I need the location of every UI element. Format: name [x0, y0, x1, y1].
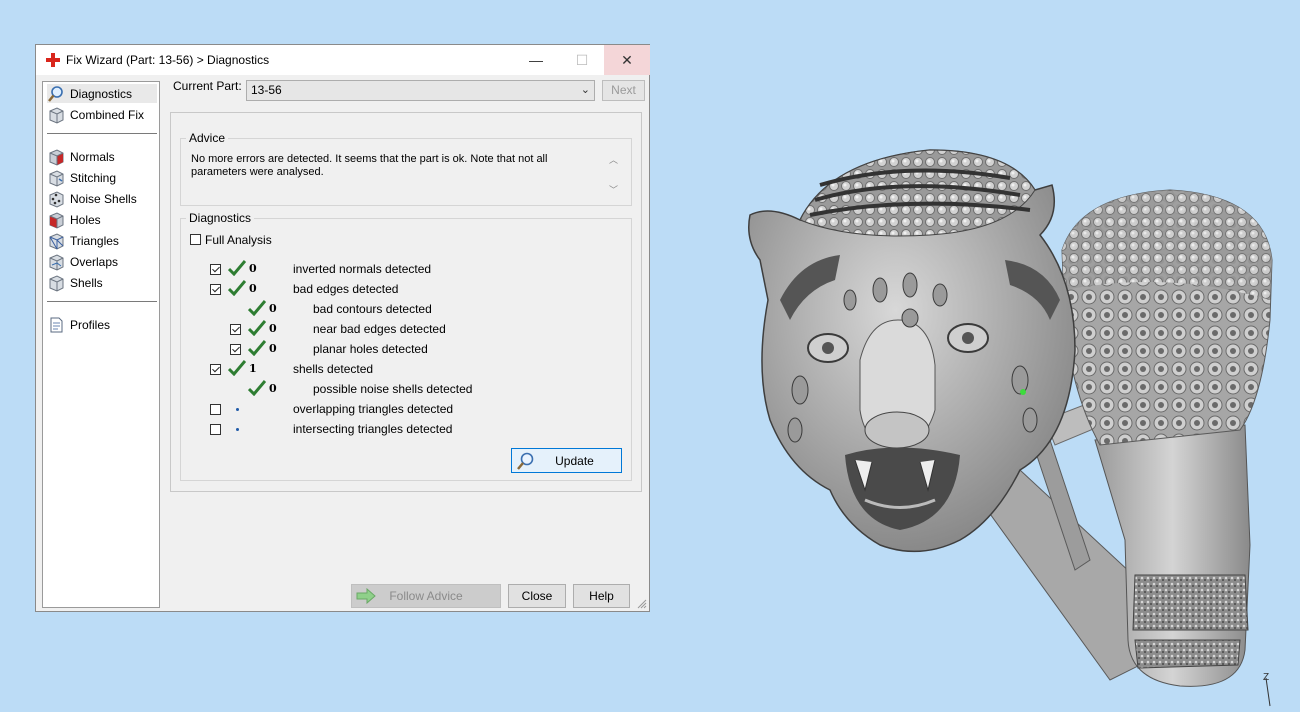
update-button-label: Update — [555, 454, 594, 468]
overlapping-triangles-checkbox[interactable] — [210, 404, 221, 415]
3d-viewport[interactable] — [650, 0, 1300, 712]
chevron-down-icon: ⌄ — [580, 84, 590, 96]
inverted-normals-checkbox[interactable] — [210, 264, 221, 275]
document-icon — [50, 317, 63, 332]
sidebar-item-noise-shells[interactable]: Noise Shells — [47, 189, 157, 208]
arrow-right-icon — [356, 588, 376, 604]
noise-shells-label: possible noise shells detected — [313, 382, 473, 396]
noise-shells-count: 0 — [269, 382, 277, 395]
current-part-label: Current Part: — [173, 79, 242, 93]
shells-cube-icon — [49, 274, 64, 292]
bad-contours-label: bad contours detected — [313, 302, 432, 316]
green-check-icon — [228, 280, 246, 296]
advice-scrollbar[interactable]: ︿ ﹀ — [605, 151, 623, 197]
bad-edges-count: 0 — [249, 282, 257, 295]
advice-legend: Advice — [186, 131, 229, 145]
near-bad-edges-count: 0 — [269, 322, 277, 335]
fix-wizard-dialog: Fix Wizard (Part: 13-56) > Diagnostics —… — [35, 44, 650, 612]
follow-advice-button[interactable]: Follow Advice — [351, 584, 501, 608]
cube-icon — [49, 106, 64, 124]
inverted-normals-count: 0 — [249, 262, 257, 275]
bad-edges-label: bad edges detected — [293, 282, 399, 296]
sidebar-item-profiles[interactable]: Profiles — [47, 315, 157, 334]
sidebar-item-combined-fix[interactable]: Combined Fix — [47, 105, 157, 124]
sidebar-item-label: Profiles — [70, 317, 111, 332]
planar-holes-checkbox[interactable] — [230, 344, 241, 355]
full-analysis-checkbox[interactable] — [190, 234, 201, 245]
sidebar-item-shells[interactable]: Shells — [47, 273, 157, 292]
holes-cube-icon — [49, 211, 64, 229]
green-check-icon — [248, 320, 266, 336]
sidebar-item-label: Triangles — [70, 233, 119, 248]
update-button[interactable]: Update — [511, 448, 622, 473]
resize-grip-icon[interactable] — [637, 599, 647, 609]
green-check-icon — [248, 380, 266, 396]
full-analysis-label: Full Analysis — [205, 233, 272, 247]
close-window-button[interactable]: ✕ — [604, 45, 650, 75]
stitching-cube-icon — [49, 169, 64, 187]
sidebar-item-label: Diagnostics — [70, 86, 133, 101]
sidebar-item-normals[interactable]: Normals — [47, 147, 157, 166]
z-axis-label: Z — [1263, 672, 1270, 683]
diagnostics-legend: Diagnostics — [186, 211, 255, 225]
intersecting-triangles-checkbox[interactable] — [210, 424, 221, 435]
noise-shells-icon — [49, 190, 64, 208]
sidebar-item-stitching[interactable]: Stitching — [47, 168, 157, 187]
green-check-icon — [228, 260, 246, 276]
sidebar-item-diagnostics[interactable]: Diagnostics — [47, 84, 157, 103]
sidebar-item-label: Holes — [70, 212, 101, 227]
sidebar-item-label: Noise Shells — [70, 191, 137, 206]
near-bad-edges-label: near bad edges detected — [313, 322, 446, 336]
green-check-icon — [228, 360, 246, 376]
sidebar-divider — [47, 301, 157, 302]
advice-text: No more errors are detected. It seems th… — [191, 153, 548, 178]
current-part-select[interactable]: 13-56 ⌄ — [246, 80, 595, 101]
scroll-up-icon[interactable]: ︿ — [609, 153, 618, 166]
follow-advice-label: Follow Advice — [389, 589, 463, 603]
maximize-button[interactable]: ☐ — [559, 45, 605, 75]
minimize-button[interactable]: — — [513, 45, 559, 75]
sidebar-item-holes[interactable]: Holes — [47, 210, 157, 229]
planar-holes-label: planar holes detected — [313, 342, 428, 356]
sidebar-item-label: Normals — [70, 149, 115, 164]
title-bar[interactable]: Fix Wizard (Part: 13-56) > Diagnostics —… — [36, 45, 650, 75]
help-button[interactable]: Help — [573, 584, 630, 608]
sidebar-item-triangles[interactable]: Triangles — [47, 231, 157, 250]
normals-cube-icon — [49, 148, 64, 166]
triangles-cube-icon — [49, 232, 64, 250]
pending-dot-icon — [236, 428, 239, 431]
sidebar-item-label: Stitching — [70, 170, 117, 185]
shells-label: shells detected — [293, 362, 374, 376]
overlapping-triangles-label: overlapping triangles detected — [293, 402, 454, 416]
inverted-normals-label: inverted normals detected — [293, 262, 432, 276]
red-cross-icon — [46, 53, 60, 67]
green-check-icon — [248, 300, 266, 316]
sidebar-item-overlaps[interactable]: Overlaps — [47, 252, 157, 271]
shells-checkbox[interactable] — [210, 364, 221, 375]
current-part-value: 13-56 — [251, 83, 282, 97]
planar-holes-count: 0 — [269, 342, 277, 355]
wizard-sidebar: Diagnostics Combined Fix Normals Stitchi… — [42, 81, 160, 608]
pending-dot-icon — [236, 408, 239, 411]
next-button[interactable]: Next — [602, 80, 645, 101]
sidebar-item-label: Combined Fix — [70, 107, 145, 122]
window-title: Fix Wizard (Part: 13-56) > Diagnostics — [66, 53, 270, 67]
overlaps-cube-icon — [49, 253, 64, 271]
shells-count: 1 — [249, 362, 257, 375]
bad-contours-count: 0 — [269, 302, 277, 315]
sidebar-divider — [47, 133, 157, 134]
near-bad-edges-checkbox[interactable] — [230, 324, 241, 335]
intersecting-triangles-label: intersecting triangles detected — [293, 422, 453, 436]
sidebar-item-label: Overlaps — [70, 254, 119, 269]
magnifier-icon — [48, 85, 63, 102]
green-check-icon — [248, 340, 266, 356]
bad-edges-checkbox[interactable] — [210, 284, 221, 295]
close-button[interactable]: Close — [508, 584, 566, 608]
scroll-down-icon[interactable]: ﹀ — [609, 183, 618, 196]
sidebar-item-label: Shells — [70, 275, 103, 290]
